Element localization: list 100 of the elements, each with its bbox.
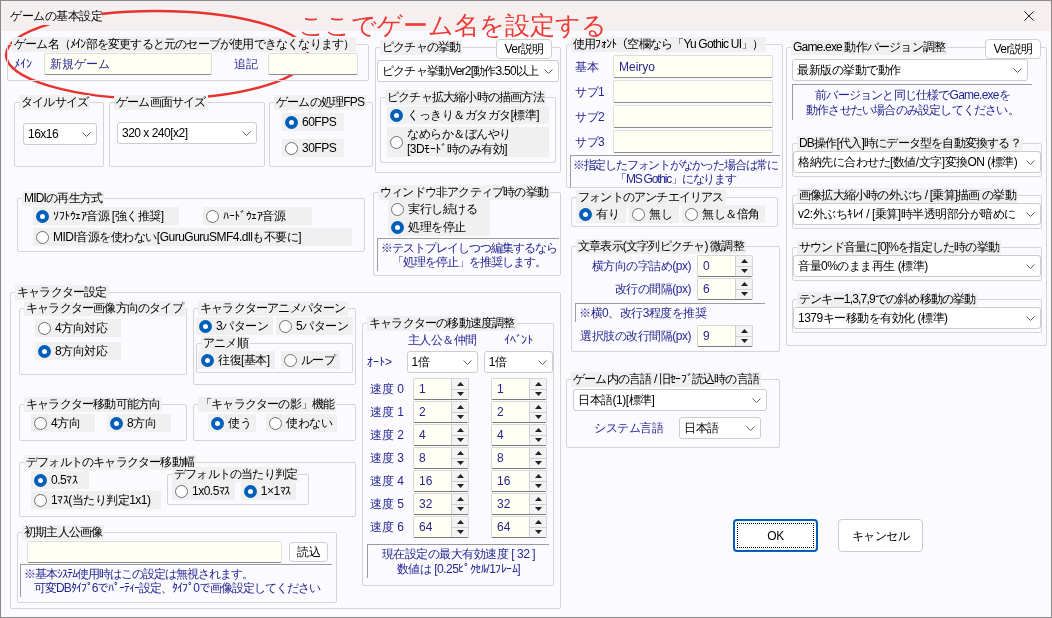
- spin-down-button[interactable]: [452, 458, 468, 468]
- ok-button[interactable]: OK: [733, 519, 818, 552]
- spin-field[interactable]: 8: [491, 447, 547, 469]
- radio-option[interactable]: 実行し続ける: [388, 200, 490, 218]
- spin-up-button[interactable]: [530, 517, 546, 528]
- dropdown[interactable]: v2:外ぶちｷﾚｲ / [乗算]時半透明部分が暗めに: [793, 203, 1041, 225]
- spin-up-button[interactable]: [530, 471, 546, 482]
- radio-option[interactable]: 無し: [629, 205, 679, 223]
- spin-field[interactable]: 9: [697, 325, 753, 347]
- spin-field[interactable]: 32: [413, 493, 469, 515]
- dropdown[interactable]: 日本語: [679, 417, 761, 439]
- spin-up-button[interactable]: [452, 425, 468, 436]
- radio-option[interactable]: 往復[基本]: [198, 351, 275, 369]
- spin-down-button[interactable]: [530, 458, 546, 468]
- spin-down-button[interactable]: [530, 435, 546, 445]
- radio-option[interactable]: ﾊｰﾄﾞｳｪｱ音源: [203, 207, 312, 225]
- spin-up-button[interactable]: [736, 326, 752, 337]
- spin-field[interactable]: 64: [491, 516, 547, 538]
- cancel-button[interactable]: キャンセル: [838, 519, 923, 552]
- radio-option[interactable]: MIDI音源を使わない[GuruGuruSMF4.dllも不要に]: [33, 228, 352, 246]
- radio-option[interactable]: 5パターン: [276, 317, 353, 335]
- radio-option[interactable]: 8方向: [107, 414, 171, 432]
- spin-down-button[interactable]: [736, 336, 752, 346]
- spin-up-button[interactable]: [530, 494, 546, 505]
- radio-option[interactable]: なめらか＆ぼんやり[3Dﾓｰﾄﾞ時のみ有効]: [387, 127, 549, 157]
- spin-field[interactable]: 6: [697, 278, 753, 300]
- spin-down-button[interactable]: [530, 389, 546, 399]
- spin-up-button[interactable]: [530, 402, 546, 413]
- spin-field[interactable]: 0: [697, 255, 753, 277]
- spin-field[interactable]: 16: [491, 470, 547, 492]
- radio-option[interactable]: 60FPS: [282, 113, 345, 131]
- radio-option[interactable]: 1ﾏｽ(当たり判定1x1): [31, 491, 161, 509]
- spin-up-button[interactable]: [736, 279, 752, 290]
- spin-down-button[interactable]: [736, 289, 752, 299]
- dropdown[interactable]: 最新版の挙動で動作: [792, 59, 1028, 81]
- spin-field[interactable]: 1: [491, 378, 547, 400]
- spin-up-button[interactable]: [530, 448, 546, 459]
- dropdown[interactable]: 音量0%のまま再生 (標準): [793, 255, 1041, 277]
- radio-option[interactable]: 処理を停止: [388, 218, 490, 236]
- spin-down-button[interactable]: [452, 389, 468, 399]
- spin-up-button[interactable]: [530, 425, 546, 436]
- load-button[interactable]: 読込: [289, 542, 328, 562]
- radio-option[interactable]: 30FPS: [282, 139, 345, 157]
- radio-option[interactable]: 使う: [208, 414, 256, 432]
- spin-field[interactable]: 16: [413, 470, 469, 492]
- spin-field[interactable]: 64: [413, 516, 469, 538]
- spin-field[interactable]: 4: [413, 424, 469, 446]
- dropdown[interactable]: 1倍: [406, 351, 478, 373]
- radio-option[interactable]: 3パターン: [196, 317, 273, 335]
- dropdown[interactable]: ピクチャ挙動Ver2[動作3.50以上: [377, 60, 559, 82]
- text-field[interactable]: [27, 541, 282, 563]
- dropdown[interactable]: 1379キー移動を有効化 (標準): [793, 307, 1041, 329]
- spin-down-button[interactable]: [452, 412, 468, 422]
- text-field[interactable]: Meiryo: [613, 55, 773, 78]
- spin-up-button[interactable]: [452, 402, 468, 413]
- spin-field[interactable]: 8: [413, 447, 469, 469]
- text-field[interactable]: [268, 53, 358, 75]
- spin-up-button[interactable]: [736, 256, 752, 267]
- radio-option[interactable]: ループ: [280, 351, 341, 369]
- version-info-button[interactable]: Ver説明: [985, 39, 1041, 59]
- spin-down-button[interactable]: [452, 435, 468, 445]
- dropdown[interactable]: 1倍: [483, 351, 553, 373]
- radio-option[interactable]: 4方向対応: [35, 319, 121, 337]
- spin-down-button[interactable]: [530, 412, 546, 422]
- spin-down-button[interactable]: [530, 481, 546, 491]
- text-field[interactable]: [613, 130, 773, 153]
- radio-option[interactable]: 有り: [576, 205, 626, 223]
- dropdown[interactable]: 320 x 240[x2]: [117, 122, 257, 144]
- spin-field[interactable]: 1: [413, 378, 469, 400]
- version-info-button[interactable]: Ver説明: [496, 39, 552, 59]
- radio-option[interactable]: 0.5ﾏｽ: [31, 471, 89, 489]
- dropdown[interactable]: 日本語(1)[標準]: [573, 389, 767, 411]
- radio-option[interactable]: ｿﾌﾄｳｪｱ音源 [強く推奨]: [33, 207, 179, 225]
- spin-down-button[interactable]: [736, 266, 752, 276]
- radio-option[interactable]: 4方向: [31, 414, 95, 432]
- dropdown[interactable]: 格納先に合わせた[数値/文字]変換ON (標準): [793, 151, 1041, 173]
- radio-option[interactable]: 1×1ﾏｽ: [240, 482, 296, 500]
- text-field[interactable]: 新規ゲーム: [44, 53, 212, 75]
- spin-down-button[interactable]: [452, 527, 468, 537]
- spin-field[interactable]: 32: [491, 493, 547, 515]
- spin-up-button[interactable]: [452, 448, 468, 459]
- spin-down-button[interactable]: [452, 481, 468, 491]
- spin-up-button[interactable]: [452, 379, 468, 390]
- spin-down-button[interactable]: [452, 504, 468, 514]
- radio-option[interactable]: くっきり＆ガタガタ[標準]: [387, 106, 549, 124]
- spin-down-button[interactable]: [530, 504, 546, 514]
- spin-field[interactable]: 2: [491, 401, 547, 423]
- spin-field[interactable]: 2: [413, 401, 469, 423]
- spin-down-button[interactable]: [530, 527, 546, 537]
- text-field[interactable]: [613, 105, 773, 128]
- radio-option[interactable]: 無し＆倍角: [682, 205, 765, 223]
- spin-up-button[interactable]: [452, 494, 468, 505]
- spin-up-button[interactable]: [452, 517, 468, 528]
- radio-option[interactable]: 使わない: [266, 414, 337, 432]
- radio-option[interactable]: 8方向対応: [35, 342, 121, 360]
- spin-up-button[interactable]: [530, 379, 546, 390]
- text-field[interactable]: [613, 80, 773, 103]
- spin-up-button[interactable]: [452, 471, 468, 482]
- radio-option[interactable]: 1x0.5ﾏｽ: [172, 482, 235, 500]
- spin-field[interactable]: 4: [491, 424, 547, 446]
